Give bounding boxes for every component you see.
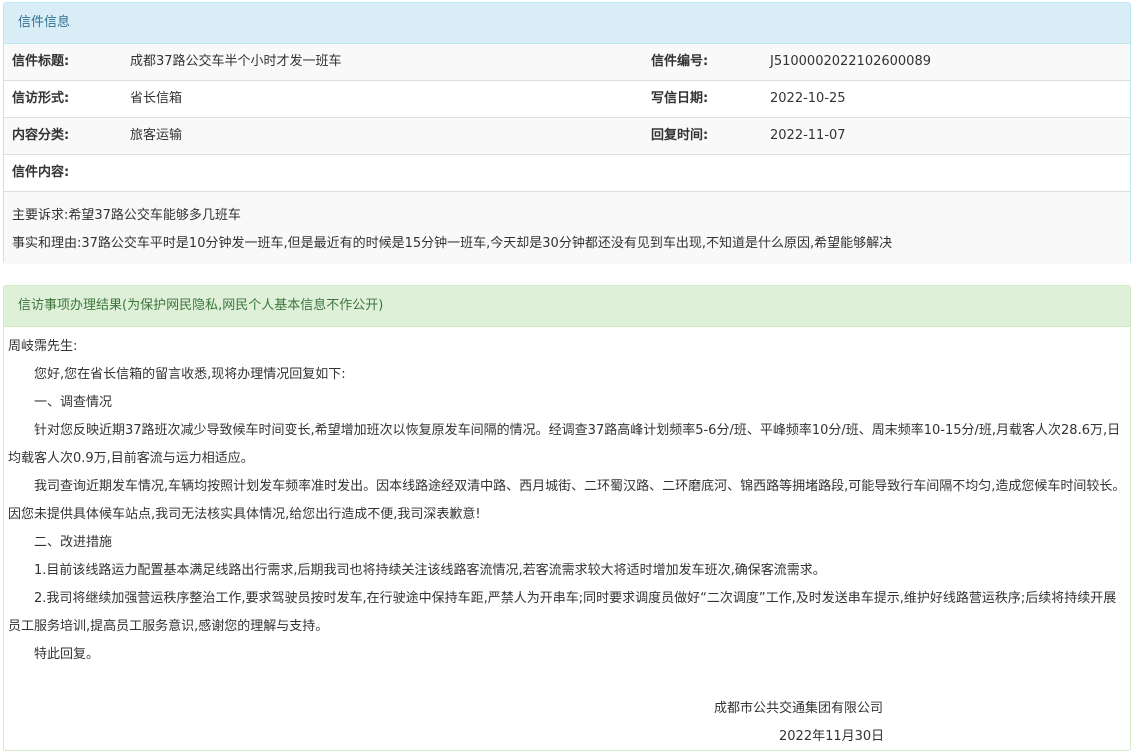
reply-salutation: 周岐霈先生: (8, 339, 78, 354)
reply-paragraph: 针对您反映近期37路班次减少导致候车时间变长,希望增加班次以恢复原发车间隔的情况… (8, 423, 1121, 466)
reply-body: 周岐霈先生: 您好,您在省长信箱的留言收悉,现将办理情况回复如下: 一、调查情况… (4, 327, 1130, 669)
category-label: 内容分类: (12, 128, 70, 143)
reply-section-heading: 二、改进措施 (34, 535, 113, 550)
content-reason: 事实和理由:37路公交车平时是10分钟发一班车,但是最近有的时候是15分钟一班车… (12, 236, 893, 251)
number-label: 信件编号: (651, 54, 709, 69)
form-value: 省长信箱 (130, 91, 183, 106)
letter-content: 主要诉求:希望37路公交车能够多几班车 事实和理由:37路公交车平时是10分钟发… (4, 192, 1130, 264)
reply-time-label: 回复时间: (651, 128, 709, 143)
title-label: 信件标题: (12, 54, 70, 69)
signature-org: 成都市公共交通集团有限公司 (714, 701, 884, 716)
result-heading: 信访事项办理结果(为保护网民隐私,网民个人基本信息不作公开) (4, 286, 1130, 327)
form-label: 信访形式: (12, 91, 70, 106)
result-panel: 信访事项办理结果(为保护网民隐私,网民个人基本信息不作公开) 周岐霈先生: 您好… (3, 285, 1131, 751)
reply-paragraph: 您好,您在省长信箱的留言收悉,现将办理情况回复如下: (34, 367, 346, 382)
content-request: 主要诉求:希望37路公交车能够多几班车 (12, 208, 241, 223)
info-row-category: 内容分类: 旅客运输 回复时间: 2022-11-07 (4, 118, 1130, 155)
number-value: J5100002022102600089 (770, 54, 931, 69)
category-value: 旅客运输 (130, 128, 183, 143)
title-value: 成都37路公交车半个小时才发一班车 (130, 54, 342, 69)
reply-time-value: 2022-11-07 (770, 128, 846, 143)
reply-paragraph: 我司查询近期发车情况,车辆均按照计划发车频率准时发出。因本线路途经双清中路、西月… (8, 479, 1126, 522)
signature-date: 2022年11月30日 (779, 729, 885, 744)
info-row-content: 信件内容: (4, 155, 1130, 192)
letter-info-heading: 信件信息 (4, 3, 1130, 44)
date-label: 写信日期: (651, 91, 709, 106)
reply-section-heading: 一、调查情况 (34, 395, 113, 410)
info-row-title: 信件标题: 成都37路公交车半个小时才发一班车 信件编号: J510000202… (4, 44, 1130, 81)
content-label: 信件内容: (12, 165, 70, 180)
letter-info-panel: 信件信息 信件标题: 成都37路公交车半个小时才发一班车 信件编号: J5100… (3, 2, 1131, 264)
reply-paragraph: 2.我司将继续加强营运秩序整治工作,要求驾驶员按时发车,在行驶途中保持车距,严禁… (8, 591, 1117, 634)
reply-closing: 特此回复。 (34, 647, 100, 662)
reply-paragraph: 1.目前该线路运力配置基本满足线路出行需求,后期我司也将持续关注该线路客流情况,… (34, 563, 826, 578)
date-value: 2022-10-25 (770, 91, 846, 106)
info-row-form: 信访形式: 省长信箱 写信日期: 2022-10-25 (4, 81, 1130, 118)
